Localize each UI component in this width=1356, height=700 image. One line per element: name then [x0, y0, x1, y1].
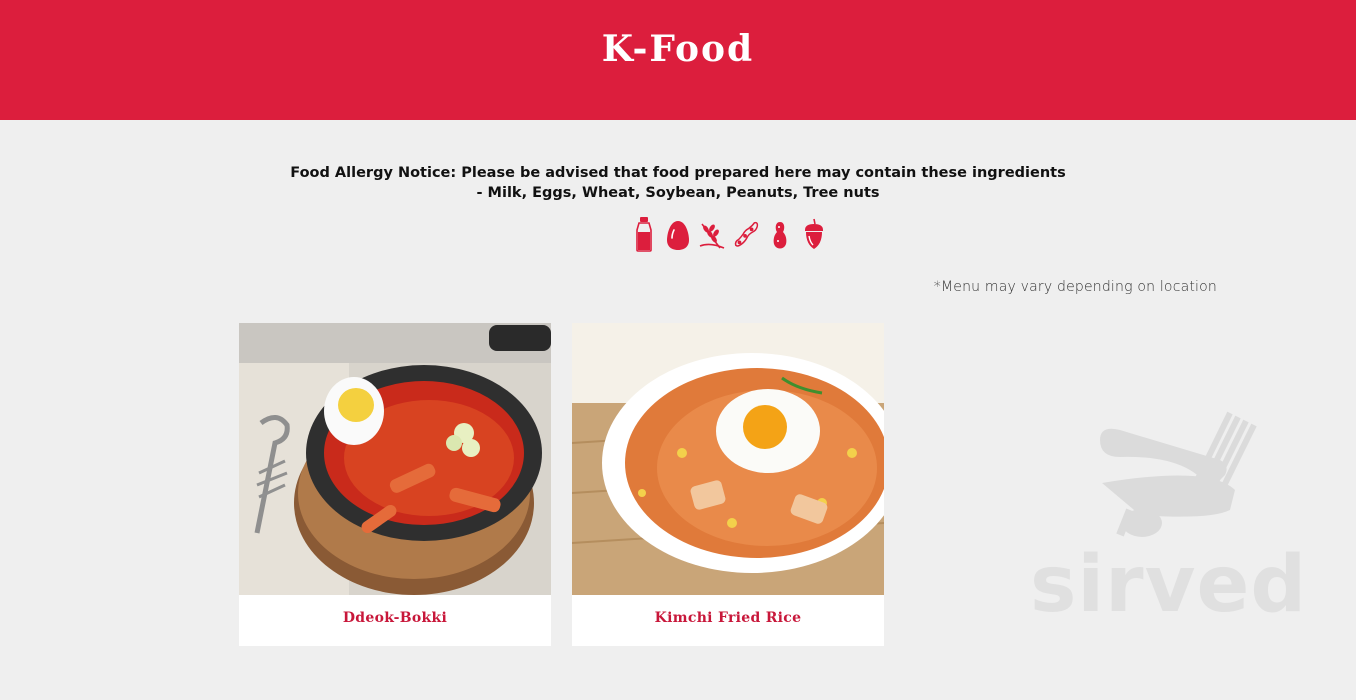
allergy-notice: Food Allergy Notice: Please be advised t… [0, 164, 1356, 203]
soybean-icon [729, 214, 763, 254]
wheat-icon [695, 214, 729, 254]
sirved-watermark-text: sirved [1030, 540, 1308, 630]
menu-variation-note: *Menu may vary depending on location [933, 279, 1217, 295]
allergy-notice-line-2: - Milk, Eggs, Wheat, Soybean, Peanuts, T… [476, 184, 880, 201]
page-title: K-Food [601, 28, 755, 70]
header-bar: K-Food [0, 0, 1356, 120]
ddeok-bokki-photo[interactable] [239, 323, 551, 595]
milk-icon [627, 214, 661, 254]
menu-item-card-ddeok-bokki[interactable]: Ddeok-Bokki [239, 323, 551, 646]
peanut-icon [763, 214, 797, 254]
kimchi-fried-rice-photo[interactable] [572, 323, 884, 595]
tree-nut-icon [797, 214, 831, 254]
menu-item-name[interactable]: Ddeok-Bokki [239, 610, 551, 626]
allergen-icons [627, 214, 831, 254]
menu-item-name[interactable]: Kimchi Fried Rice [572, 610, 884, 626]
egg-icon [661, 214, 695, 254]
allergy-notice-line-1: Food Allergy Notice: Please be advised t… [290, 165, 1066, 181]
menu-item-card-kimchi-fried-rice[interactable]: Kimchi Fried Rice [572, 323, 884, 646]
